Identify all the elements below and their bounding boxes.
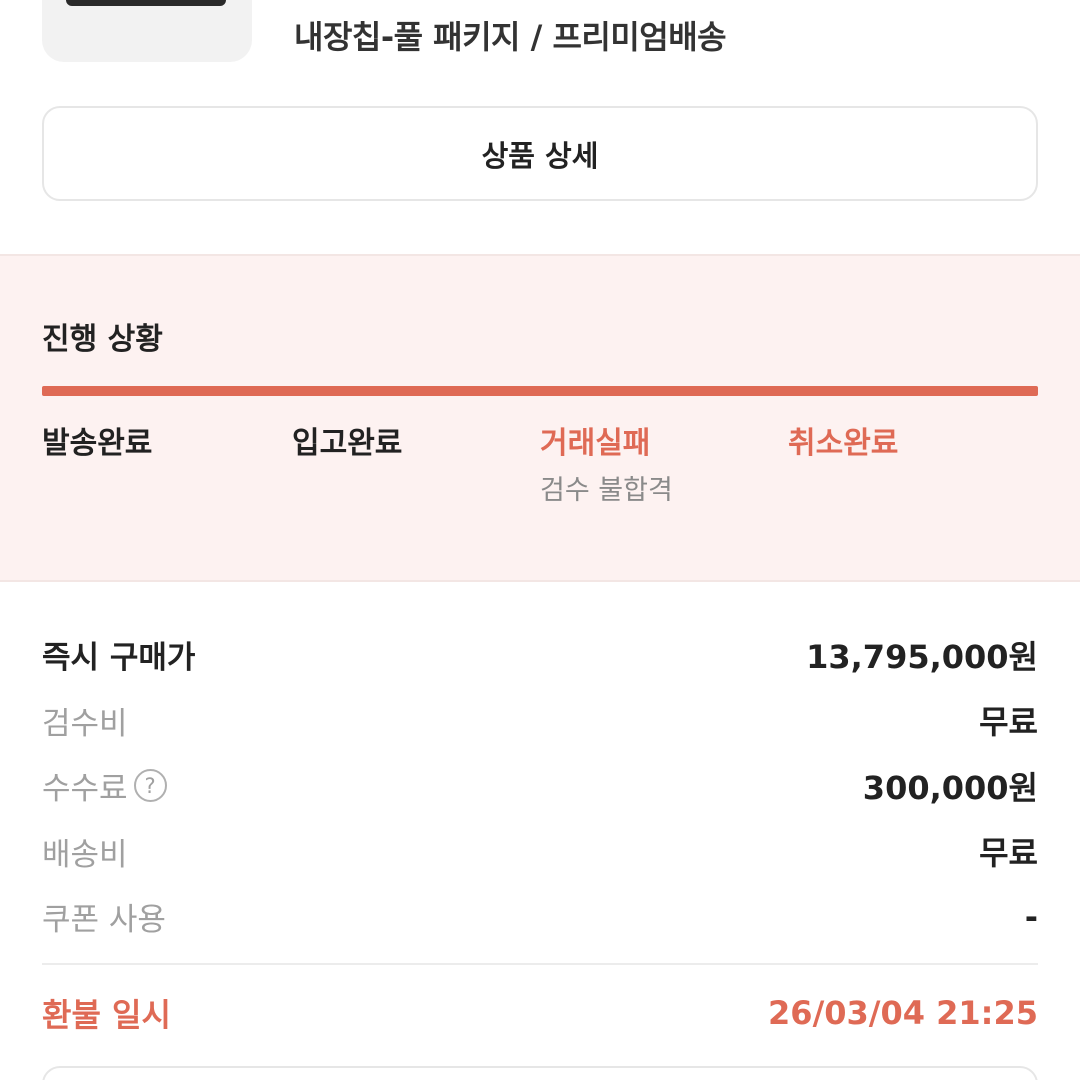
price-row-label: 즉시 구매가 [42,640,196,677]
price-row-label: 수수료 [42,771,128,808]
progress-bar [42,386,1038,396]
price-row-inspection-fee: 검수비 무료 [42,688,1038,754]
price-row-value: - [1024,897,1038,936]
refund-label: 환불 일시 [42,995,171,1034]
product-image [66,0,226,6]
refund-datetime: 26/03/04 21:25 [768,993,1038,1032]
section-divider [42,963,1038,965]
progress-section: 진행 상황 발송완료 입고완료 거래실패 검수 불합격 취소완료 [0,254,1080,582]
progress-step-received: 입고완료 [292,418,402,462]
step-sub-label: 검수 불합격 [540,475,673,506]
product-detail-button[interactable]: 상품 상세 [42,106,1038,201]
step-label: 거래실패 [540,426,651,461]
progress-title: 진행 상황 [42,322,163,357]
product-option-text: 내장칩-풀 패키지 / 프리미엄배송 [294,18,727,56]
price-row-value: 300,000원 [862,768,1038,807]
step-label: 취소완료 [788,426,899,461]
price-breakdown: 즉시 구매가 13,795,000원 검수비 무료 수수료 ? 300,000원… [42,622,1038,950]
price-row-value: 무료 [979,703,1038,742]
next-card[interactable] [42,1066,1038,1080]
order-detail-page: 내장칩-풀 패키지 / 프리미엄배송 상품 상세 진행 상황 발송완료 입고완료… [0,0,1080,1080]
price-row-coupon: 쿠폰 사용 - [42,884,1038,950]
price-row-commission: 수수료 ? 300,000원 [42,753,1038,819]
progress-step-shipped: 발송완료 [42,418,152,462]
progress-bar-fill [42,386,1038,396]
price-row-value: 13,795,000원 [806,637,1038,676]
step-label: 입고완료 [292,426,403,461]
product-thumbnail[interactable] [42,0,252,62]
price-row-label: 검수비 [42,705,128,742]
price-row-label: 배송비 [42,836,128,873]
progress-step-cancelled: 취소완료 [788,418,898,462]
step-label: 발송완료 [42,426,153,461]
price-row-value: 무료 [979,834,1038,873]
price-row-shipping-fee: 배송비 무료 [42,819,1038,885]
price-row-label-wrap: 수수료 ? [42,763,167,808]
price-row-label: 쿠폰 사용 [42,902,166,939]
progress-step-failed: 거래실패 검수 불합격 [540,418,673,507]
refund-row: 환불 일시 26/03/04 21:25 [42,985,1038,1040]
price-row-instant-buy: 즉시 구매가 13,795,000원 [42,622,1038,688]
question-circle-icon[interactable]: ? [133,769,167,803]
